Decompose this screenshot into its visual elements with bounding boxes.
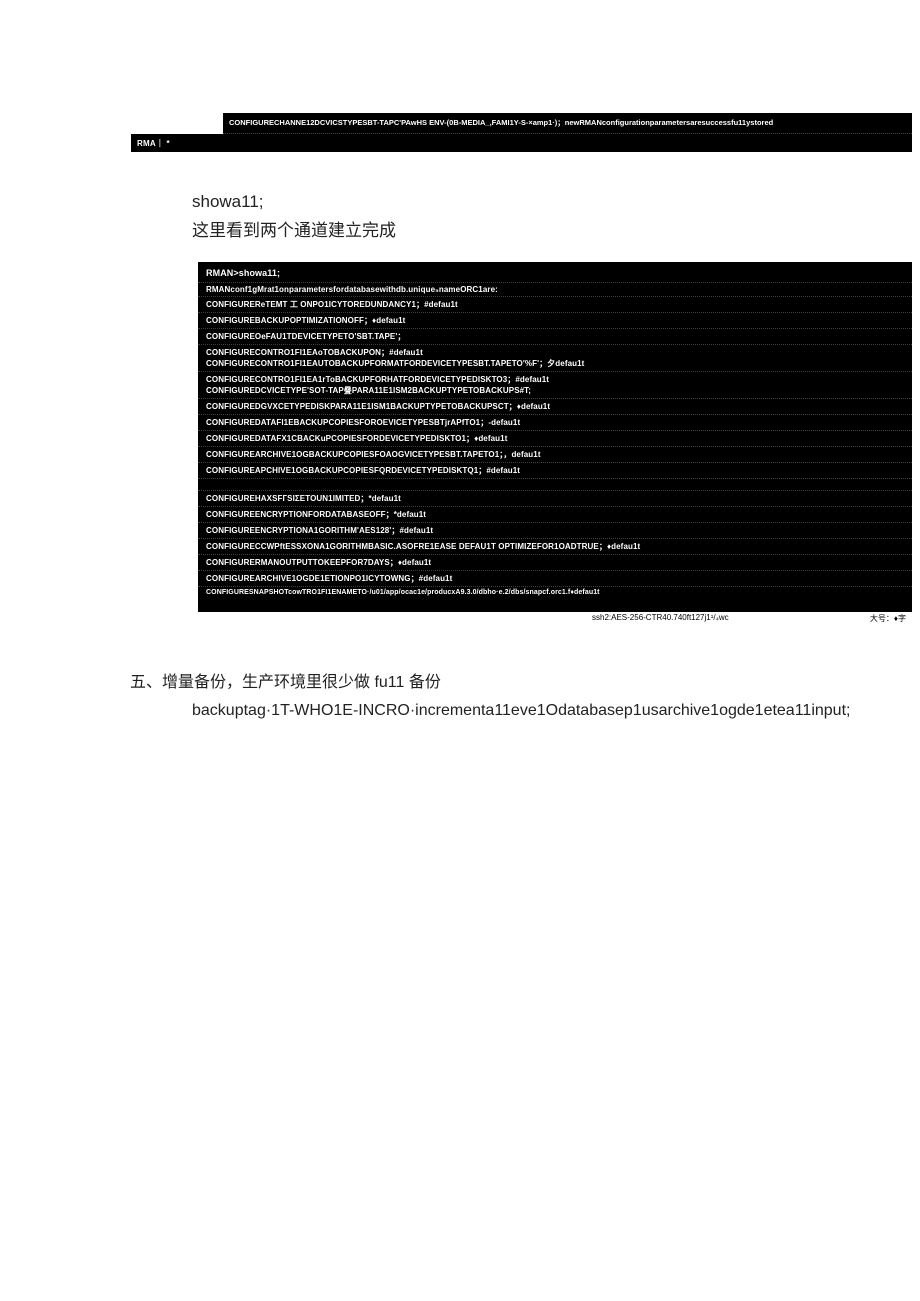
terminal-line: CONFIGUREHAXSFГSIΣETOUN1IMITED；*defau1t: [198, 491, 912, 507]
terminal-text: CONFIGURECONTRO1FI1EA1rToBACKUPFORHATFOR…: [206, 375, 549, 384]
terminal-header: RMAN>showa11;: [198, 262, 912, 283]
section-heading: 五、增量备份，生产环境里很少做 fu11 备份: [130, 669, 910, 698]
section-body: backuptag·1T-WHO1E-INCRO·incrementa11eve…: [192, 702, 910, 720]
terminal-last-line: CONFIGURESNAPSHOTcowTRO1FI1ENAMETO·/u01/…: [198, 587, 912, 612]
terminal-text: CONFIGUREDCVICETYPE'SOT-TAP疂PARA11E1ISM2…: [206, 386, 531, 395]
terminal-output: RMAN>showa11; RMANconf1gMrat1onparameter…: [198, 262, 912, 612]
terminal-line: CONFIGUREENCRYPTIONFORDATABASEOFF；*defau…: [198, 507, 912, 523]
text-line-1: showa11;: [192, 188, 910, 217]
terminal-line: CONFIGURECCWPftESSXONA1GORITHMBASIC.ASOF…: [198, 539, 912, 555]
config-bar-2: RMA｜ *: [131, 134, 912, 153]
text-line-2: 这里看到两个通道建立完成: [192, 217, 910, 246]
terminal-line: CONFIGUREARCHIVE1OGBACKUPCOPIESFOAOGVICE…: [198, 447, 912, 463]
terminal-blank: [198, 479, 912, 491]
terminal-line: CONFIGURERMANOUTPUTTOKEEPFOR7DAYS；♦defau…: [198, 555, 912, 571]
config-bar-1: CONFIGURECHANNE12DCVICSTYPESBT-TAPC'PAwH…: [223, 113, 912, 134]
terminal-line: CONFIGUREOeFAU1TDEVICETYPETO'SBT.TAPE'；: [198, 329, 912, 345]
terminal-line: CONFIGUREDATAFX1CBACKuPCOPIESFORDEVICETY…: [198, 431, 912, 447]
status-right: 大号：♦字: [870, 613, 906, 624]
text-block: showa11; 这里看到两个通道建立完成: [192, 188, 910, 246]
terminal-text: CONFIGURECONTRO1FI1EAUTOBACKUPFORMATFORD…: [206, 359, 584, 368]
terminal-line: CONFIGURECONTRO1FI1EAoTOBACKUPON；#defau1…: [198, 345, 912, 372]
terminal-line: CONFIGUREBACKUPOPTIMIZATIONOFF；♦defau1t: [198, 313, 912, 329]
terminal-text: CONFIGURECONTRO1FI1EAoTOBACKUPON；#defau1…: [206, 348, 423, 357]
terminal-line: RMANconf1gMrat1onparametersfordatabasewi…: [198, 283, 912, 297]
terminal-line: CONFIGUREDATAFI1EBACKUPCOPIESFOROEVICETY…: [198, 415, 912, 431]
terminal-line: CONFIGUREARCHIVE1OGDE1ETIONPO1ICYTOWNG；#…: [198, 571, 912, 587]
status-bar: ssh2:AES-256-CTR40.740ft127j1¹/₄wc 大号：♦字: [198, 612, 912, 625]
terminal-line: CONFIGUREReTEMT 工 ONPO1ICYTOREDUNDANCY1；…: [198, 297, 912, 313]
terminal-line: CONFIGUREENCRYPTIONA1GORITHM'AES128'；#de…: [198, 523, 912, 539]
terminal-line: CONFIGUREAPCHIVE1OGBACKUPCOPIESFQRDEVICE…: [198, 463, 912, 479]
status-left: ssh2:AES-256-CTR40.740ft127j1¹/₄wc: [592, 613, 729, 624]
terminal-line: CONFIGUREDGVXCETYPEDISKPARA11E1ISM1BACKU…: [198, 399, 912, 415]
terminal-line: CONFIGURECONTRO1FI1EA1rToBACKUPFORHATFOR…: [198, 372, 912, 399]
